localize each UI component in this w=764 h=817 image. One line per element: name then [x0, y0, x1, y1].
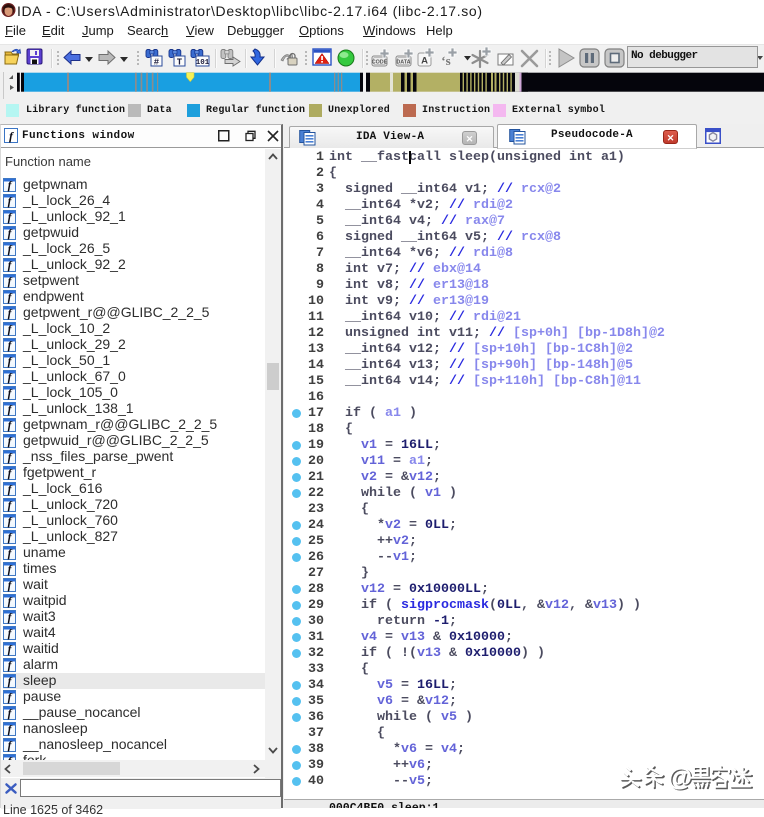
svg-text:#: #: [154, 58, 160, 68]
svg-text:A: A: [421, 56, 428, 67]
svg-text:DATA: DATA: [396, 60, 410, 66]
svg-text:‘s: ‘s: [441, 53, 450, 68]
svg-text:T: T: [177, 58, 183, 68]
svg-text:CODE: CODE: [372, 60, 388, 66]
svg-text:101: 101: [196, 59, 210, 67]
